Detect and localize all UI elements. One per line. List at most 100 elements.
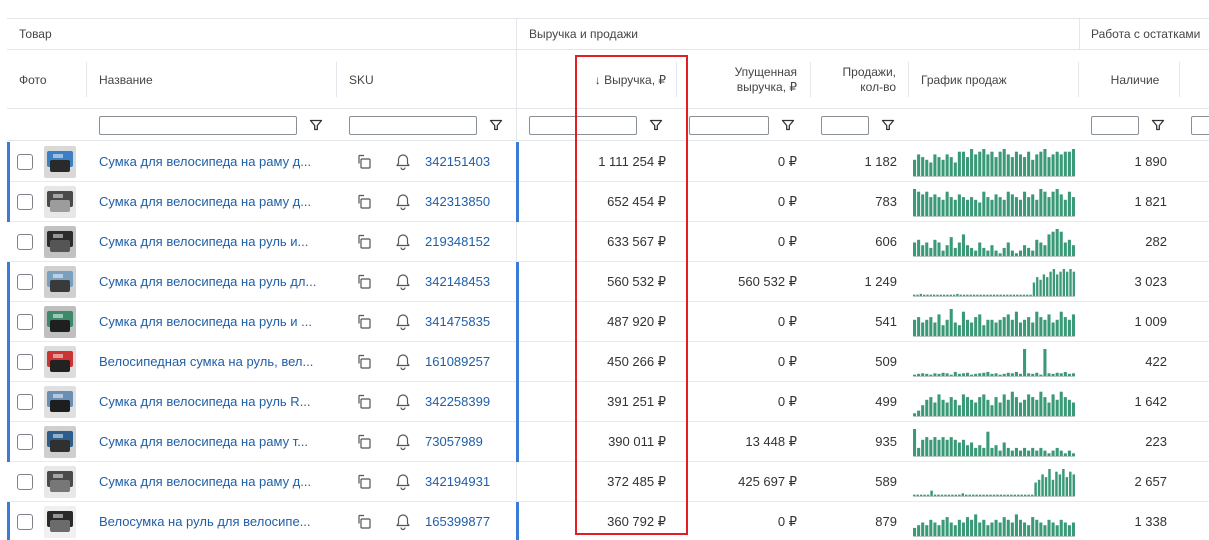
copy-icon[interactable] <box>356 473 374 491</box>
product-name-link[interactable]: Сумка для велосипеда на раму т... <box>99 422 329 462</box>
copy-icon[interactable] <box>356 433 374 451</box>
product-name-link[interactable]: Сумка для велосипеда на раму д... <box>99 182 329 222</box>
table-row[interactable]: Сумка для велосипеда на раму т... 7305798… <box>7 422 1209 462</box>
table-row[interactable]: Сумка для велосипеда на руль R... 3422583… <box>7 382 1209 422</box>
sparkline-bar <box>970 399 974 416</box>
row-checkbox[interactable] <box>17 434 33 450</box>
product-name-link[interactable]: Сумка для велосипеда на раму д... <box>99 462 329 502</box>
bell-icon[interactable] <box>395 193 411 211</box>
column-sales-chart: График продаж <box>921 72 1007 87</box>
sparkline-bar <box>922 294 926 296</box>
filter-icon[interactable] <box>489 118 503 132</box>
product-name-link[interactable]: Сумка для велосипеда на руль R... <box>99 382 329 422</box>
column-sku[interactable]: SKU <box>349 50 374 109</box>
copy-icon[interactable] <box>356 353 374 371</box>
sales-sparkline <box>913 391 1075 417</box>
bell-icon[interactable] <box>395 273 411 291</box>
next-filter-input[interactable] <box>1191 116 1209 135</box>
product-photo[interactable] <box>44 306 76 338</box>
lost-revenue-filter-input[interactable] <box>689 116 769 135</box>
table-row[interactable]: Сумка для велосипеда на руль дл... 342148… <box>7 262 1209 302</box>
product-photo[interactable] <box>44 226 76 258</box>
stock-filter-input[interactable] <box>1091 116 1139 135</box>
product-name-link[interactable]: Сумка для велосипеда на руль дл... <box>99 262 329 302</box>
column-revenue-sorted[interactable]: ↓ Выручка, ₽ <box>582 50 666 109</box>
copy-icon[interactable] <box>356 233 374 251</box>
filter-icon[interactable] <box>1151 118 1165 132</box>
sku-filter-input[interactable] <box>349 116 477 135</box>
row-checkbox[interactable] <box>17 194 33 210</box>
sku-link[interactable]: 342313850 <box>425 182 490 222</box>
copy-icon[interactable] <box>356 153 374 171</box>
filter-icon[interactable] <box>881 118 895 132</box>
stock-value: 2 657 <box>1134 474 1167 489</box>
product-photo[interactable] <box>44 346 76 378</box>
bell-icon[interactable] <box>395 353 411 371</box>
row-checkbox[interactable] <box>17 274 33 290</box>
row-checkbox[interactable] <box>17 314 33 330</box>
product-photo[interactable] <box>44 146 76 178</box>
sku-link[interactable]: 165399877 <box>425 502 490 540</box>
sku-link[interactable]: 341475835 <box>425 302 490 342</box>
copy-icon[interactable] <box>356 393 374 411</box>
sku-link[interactable]: 219348152 <box>425 222 490 262</box>
name-filter-input[interactable] <box>99 116 297 135</box>
product-photo[interactable] <box>44 186 76 218</box>
sparkline-bar <box>998 197 1002 216</box>
sku-link[interactable]: 161089257 <box>425 342 490 382</box>
revenue-filter-input[interactable] <box>529 116 637 135</box>
filter-icon[interactable] <box>781 118 795 132</box>
row-checkbox[interactable] <box>17 474 33 490</box>
row-checkbox[interactable] <box>17 154 33 170</box>
product-photo[interactable] <box>44 426 76 458</box>
sparkline-bar <box>998 319 1002 336</box>
filter-icon[interactable] <box>649 118 663 132</box>
stock-value: 1 642 <box>1134 394 1167 409</box>
column-name[interactable]: Название <box>99 50 153 109</box>
row-checkbox[interactable] <box>17 354 33 370</box>
product-photo[interactable] <box>44 386 76 418</box>
table-row[interactable]: Сумка для велосипеда на раму д... 3421514… <box>7 142 1209 182</box>
bell-icon[interactable] <box>395 433 411 451</box>
sparkline-bar <box>952 294 956 296</box>
column-stock[interactable]: Наличие <box>1097 50 1173 109</box>
product-photo[interactable] <box>44 506 76 538</box>
copy-icon[interactable] <box>356 313 374 331</box>
table-row[interactable]: Сумка для велосипеда на руль и... 2193481… <box>7 222 1209 262</box>
product-photo[interactable] <box>44 266 76 298</box>
copy-icon[interactable] <box>356 193 374 211</box>
product-name-link[interactable]: Велосипедная сумка на руль, вел... <box>99 342 329 382</box>
copy-icon[interactable] <box>356 273 374 291</box>
product-photo[interactable] <box>44 466 76 498</box>
product-name-link[interactable]: Сумка для велосипеда на руль и... <box>99 222 329 262</box>
sku-link[interactable]: 342194931 <box>425 462 490 502</box>
product-name-link[interactable]: Сумка для велосипеда на руль и ... <box>99 302 329 342</box>
bell-icon[interactable] <box>395 473 411 491</box>
sparkline-bar <box>949 197 953 216</box>
bell-icon[interactable] <box>395 513 411 531</box>
table-row[interactable]: Сумка для велосипеда на раму д... 3423138… <box>7 182 1209 222</box>
table-row[interactable]: Сумка для велосипеда на руль и ... 341475… <box>7 302 1209 342</box>
bell-icon[interactable] <box>395 313 411 331</box>
table-row[interactable]: Велосумка на руль для велосипе... 1653998… <box>7 502 1209 540</box>
product-name-link[interactable]: Сумка для велосипеда на раму д... <box>99 142 329 182</box>
sparkline-bar <box>1010 319 1014 336</box>
sku-link[interactable]: 342151403 <box>425 142 490 182</box>
table-row[interactable]: Велосипедная сумка на руль, вел... 161089… <box>7 342 1209 382</box>
sku-link[interactable]: 73057989 <box>425 422 483 462</box>
sales-filter-input[interactable] <box>821 116 869 135</box>
bell-icon[interactable] <box>395 153 411 171</box>
product-name-link[interactable]: Велосумка на руль для велосипе... <box>99 502 329 540</box>
row-checkbox[interactable] <box>17 394 33 410</box>
column-sales-qty[interactable]: Продажи, кол-во <box>817 50 896 109</box>
sku-link[interactable]: 342258399 <box>425 382 490 422</box>
row-checkbox[interactable] <box>17 234 33 250</box>
bell-icon[interactable] <box>395 393 411 411</box>
sku-link[interactable]: 342148453 <box>425 262 490 302</box>
column-lost-revenue[interactable]: Упущенная выручка, ₽ <box>697 50 797 109</box>
filter-icon[interactable] <box>309 118 323 132</box>
table-row[interactable]: Сумка для велосипеда на раму д... 3421949… <box>7 462 1209 502</box>
bell-icon[interactable] <box>395 233 411 251</box>
copy-icon[interactable] <box>356 513 374 531</box>
row-checkbox[interactable] <box>17 514 33 530</box>
